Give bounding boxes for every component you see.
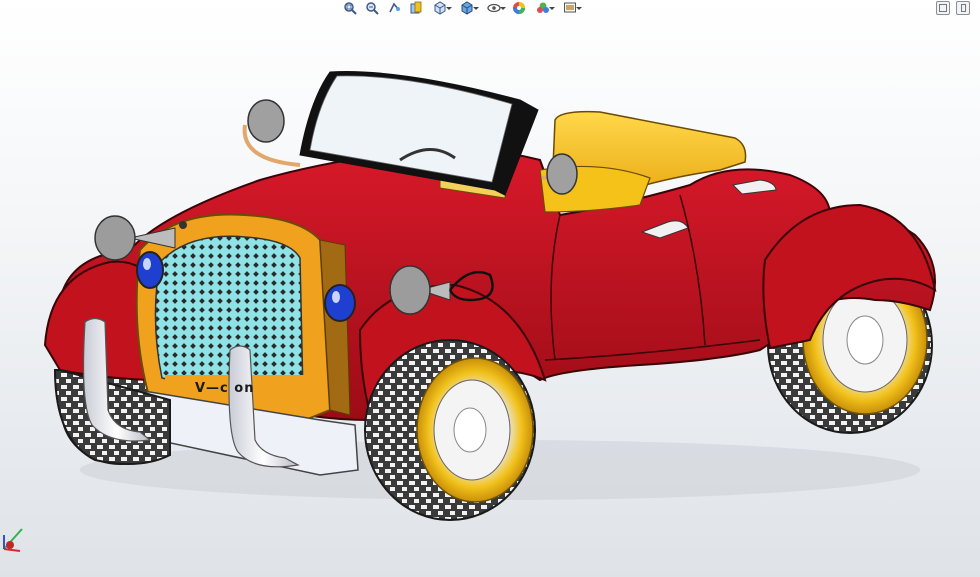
front-right-wheel[interactable] bbox=[364, 339, 536, 521]
reference-triad bbox=[3, 528, 23, 552]
car-model[interactable] bbox=[0, 0, 980, 577]
side-mirror-left[interactable] bbox=[242, 99, 301, 167]
graphics-area[interactable]: V—c on bbox=[0, 0, 980, 577]
headlamp-left[interactable] bbox=[136, 251, 164, 289]
headlamp-right[interactable] bbox=[324, 284, 356, 322]
